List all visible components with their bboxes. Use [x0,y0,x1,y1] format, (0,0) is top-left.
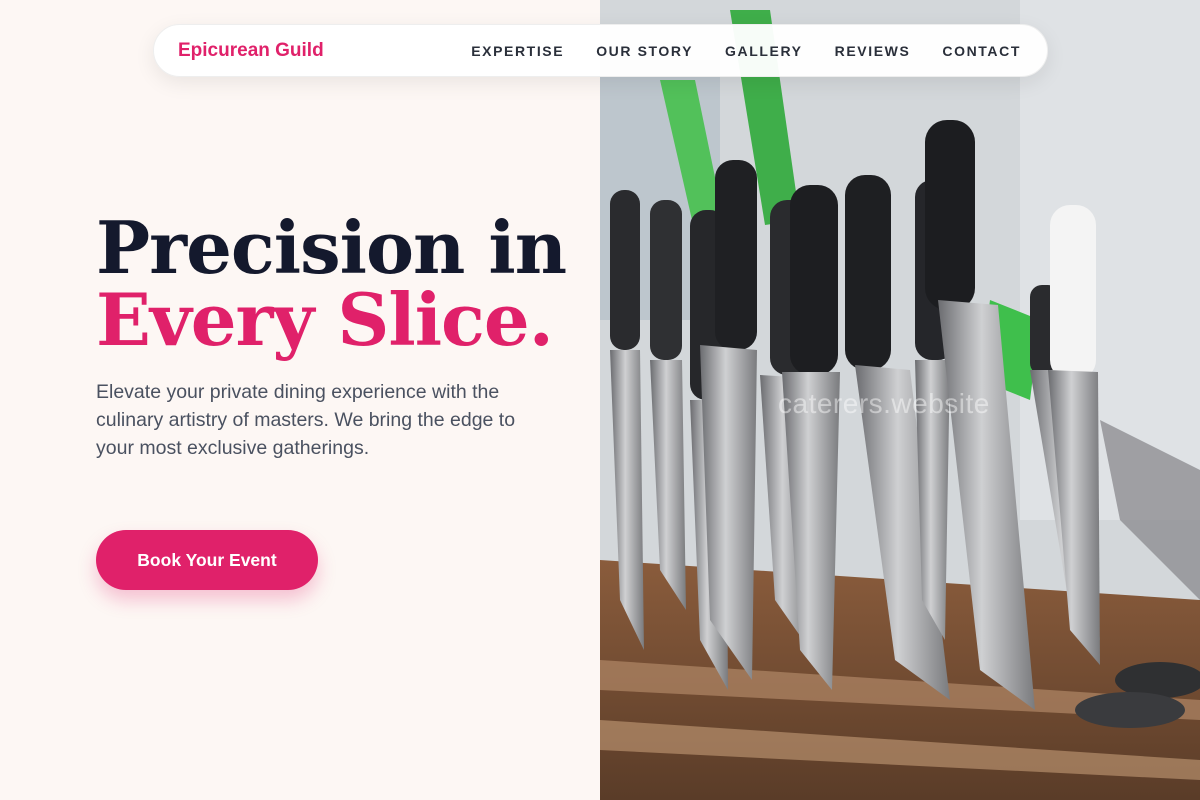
nav-gallery[interactable]: GALLERY [725,43,803,59]
watermark-text: caterers.website [778,388,990,419]
brand-logo[interactable]: Epicurean Guild [178,40,324,62]
nav-contact[interactable]: CONTACT [942,43,1021,59]
headline-line-1: Precision in [96,205,567,290]
nav-our-story[interactable]: OUR STORY [596,43,693,59]
nav-reviews[interactable]: REVIEWS [835,43,911,59]
hero-description: Elevate your private dining experience w… [96,381,516,459]
nav-links: EXPERTISE OUR STORY GALLERY REVIEWS CONT… [471,43,1021,59]
hero-image: caterers.website [600,0,1200,800]
top-navbar: Epicurean Guild EXPERTISE OUR STORY GALL… [153,24,1048,77]
hero-headline: Precision in Every Slice. [96,205,567,362]
hero-left-panel: Precision in Every Slice. Elevate your p… [0,0,600,800]
nav-expertise[interactable]: EXPERTISE [471,43,564,59]
book-event-button[interactable]: Book Your Event [96,530,318,590]
headline-line-2: Every Slice. [96,277,554,362]
